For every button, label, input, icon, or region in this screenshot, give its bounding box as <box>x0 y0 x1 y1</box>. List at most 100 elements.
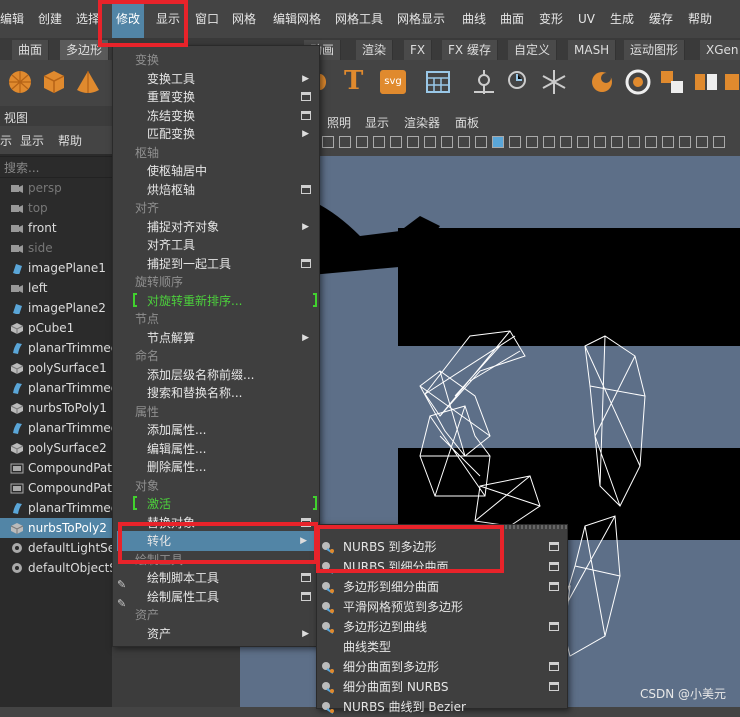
viewport-menu-1[interactable]: 显示 <box>365 114 389 131</box>
outliner-item[interactable]: CompoundPat <box>0 458 112 478</box>
outliner-search-field[interactable]: 搜索... <box>0 156 112 178</box>
menu-item[interactable]: 烘焙枢轴 <box>113 180 319 200</box>
viewport-tool-icon[interactable] <box>390 136 402 148</box>
option-box-icon[interactable] <box>301 573 311 582</box>
menu-item[interactable]: 变换工具 ▶ <box>113 69 319 89</box>
outliner-item[interactable]: imagePlane2 <box>0 298 112 318</box>
menu-14[interactable]: 生成 <box>610 0 634 38</box>
viewport-tool-icon[interactable] <box>441 136 453 148</box>
shelf-tab-9[interactable]: XGen <box>700 40 740 60</box>
outliner-item[interactable]: CompoundPat <box>0 478 112 498</box>
menu-item[interactable]: 匹配变换 ▶ <box>113 124 319 144</box>
snowflake-icon[interactable] <box>540 68 568 96</box>
submenu-item[interactable]: 平滑网格预览到多边形 <box>317 597 567 617</box>
option-box-icon[interactable] <box>549 682 559 691</box>
viewport-tool-icon[interactable] <box>645 136 657 148</box>
type-tool-icon[interactable]: T <box>344 66 370 96</box>
submenu-item[interactable]: 细分曲面到 NURBS <box>317 677 567 697</box>
viewport-tool-icon[interactable] <box>373 136 385 148</box>
viewport-menu-0[interactable]: 照明 <box>327 114 351 131</box>
menu-item[interactable]: 删除属性... <box>113 457 319 477</box>
locator-icon[interactable] <box>470 68 498 96</box>
menu-13[interactable]: UV <box>578 0 595 38</box>
outliner-item[interactable]: defaultLightSe <box>0 538 112 558</box>
submenu-item[interactable]: 多边形边到曲线 <box>317 617 567 637</box>
target-icon[interactable] <box>624 68 652 96</box>
outliner-item[interactable]: nurbsToPoly1 <box>0 398 112 418</box>
menu-0[interactable]: 编辑 <box>0 0 24 38</box>
viewport-tool-icon[interactable] <box>679 136 691 148</box>
viewport-menu-3[interactable]: 面板 <box>455 114 479 131</box>
option-box-icon[interactable] <box>549 622 559 631</box>
shelf-tab-0[interactable]: 曲面 <box>12 40 50 60</box>
outliner-item[interactable]: planarTrimmed <box>0 378 112 398</box>
viewport-tool-icon[interactable] <box>577 136 589 148</box>
option-box-icon[interactable] <box>549 562 559 571</box>
menu-item[interactable]: 对齐工具 <box>113 235 319 255</box>
outliner-item[interactable]: imagePlane1 <box>0 258 112 278</box>
menu-7[interactable]: 编辑网格 <box>273 0 321 38</box>
viewport-tool-icon[interactable] <box>424 136 436 148</box>
outliner-menu-1[interactable]: 显示 <box>20 132 44 149</box>
submenu-item[interactable]: 多边形到细分曲面 <box>317 577 567 597</box>
menu-1[interactable]: 创建 <box>38 0 62 38</box>
menu-item[interactable]: 节点解算 ▶ <box>113 328 319 348</box>
submenu-item[interactable]: NURBS 曲线到 Bezier <box>317 697 567 717</box>
option-box-icon[interactable] <box>301 591 311 601</box>
option-box-icon[interactable] <box>301 92 311 101</box>
outliner-item[interactable]: planarTrimmed <box>0 498 112 518</box>
option-box-icon[interactable] <box>549 542 559 551</box>
menu-item[interactable]: 捕捉对齐对象 ▶ <box>113 217 319 237</box>
menu-10[interactable]: 曲线 <box>462 0 486 38</box>
shelf-tab-5[interactable]: FX 缓存 <box>442 40 498 60</box>
menu-item[interactable]: 资产 ▶ <box>113 624 319 644</box>
shelf-tab-8[interactable]: 运动图形 <box>624 40 686 60</box>
viewport-tool-icon[interactable] <box>322 136 334 148</box>
outliner-item[interactable]: nurbsToPoly2 <box>0 518 112 538</box>
outliner-item[interactable]: persp <box>0 178 112 198</box>
option-box-icon[interactable] <box>301 110 311 120</box>
outliner-item[interactable]: planarTrimmed <box>0 338 112 358</box>
menu-item[interactable]: 搜索和替换名称... <box>113 383 319 403</box>
menu-item[interactable]: 绘制脚本工具 <box>113 568 319 588</box>
viewport-tool-icon[interactable] <box>509 136 521 148</box>
menu-16[interactable]: 帮助 <box>688 0 712 38</box>
poly-sphere-icon[interactable] <box>6 68 34 96</box>
menu-12[interactable]: 变形 <box>539 0 563 38</box>
shelf-tab-6[interactable]: 自定义 <box>508 40 558 60</box>
option-box-icon[interactable] <box>549 582 559 591</box>
menu-item[interactable]: 编辑属性... <box>113 439 319 459</box>
viewport-tool-icon[interactable] <box>696 136 708 148</box>
viewport-tool-icon[interactable] <box>560 136 572 148</box>
viewport-tool-icon[interactable] <box>543 136 555 148</box>
outliner-menu-2[interactable]: 帮助 <box>58 132 82 149</box>
outliner-item[interactable]: left <box>0 278 112 298</box>
menu-item[interactable]: 添加层级名称前缀... <box>113 365 319 385</box>
timer-icon[interactable] <box>506 68 534 96</box>
outliner-item[interactable]: planarTrimmed <box>0 418 112 438</box>
svg-tool-icon[interactable]: svg <box>380 70 406 94</box>
option-box-icon[interactable] <box>301 184 311 194</box>
separate-icon[interactable] <box>692 68 720 96</box>
submenu-item[interactable]: 曲线类型 <box>317 637 567 657</box>
outliner-item[interactable]: defaultObjectS <box>0 558 112 578</box>
viewport-tool-icon[interactable] <box>356 136 368 148</box>
viewport-tool-icon[interactable] <box>407 136 419 148</box>
menu-item[interactable]: 对旋转重新排序... <box>113 291 319 311</box>
menu-item[interactable]: 绘制属性工具 <box>113 587 319 607</box>
viewport-tool-icon[interactable] <box>594 136 606 148</box>
menu-2[interactable]: 选择 <box>76 0 100 38</box>
layout-grid-icon[interactable] <box>424 68 452 96</box>
outliner-item[interactable]: side <box>0 238 112 258</box>
viewport-tool-icon[interactable] <box>458 136 470 148</box>
submenu-item[interactable]: 细分曲面到多边形 <box>317 657 567 677</box>
option-box-icon[interactable] <box>549 662 559 671</box>
outliner-item[interactable]: polySurface2 <box>0 438 112 458</box>
outliner-item[interactable]: top <box>0 198 112 218</box>
viewport-tool-icon[interactable] <box>492 136 504 148</box>
menu-item[interactable]: 激活 <box>113 494 319 514</box>
menu-8[interactable]: 网格工具 <box>335 0 383 38</box>
viewport-tool-icon[interactable] <box>628 136 640 148</box>
poly-cube-icon[interactable] <box>40 68 68 96</box>
menu-item[interactable]: 添加属性... <box>113 420 319 440</box>
